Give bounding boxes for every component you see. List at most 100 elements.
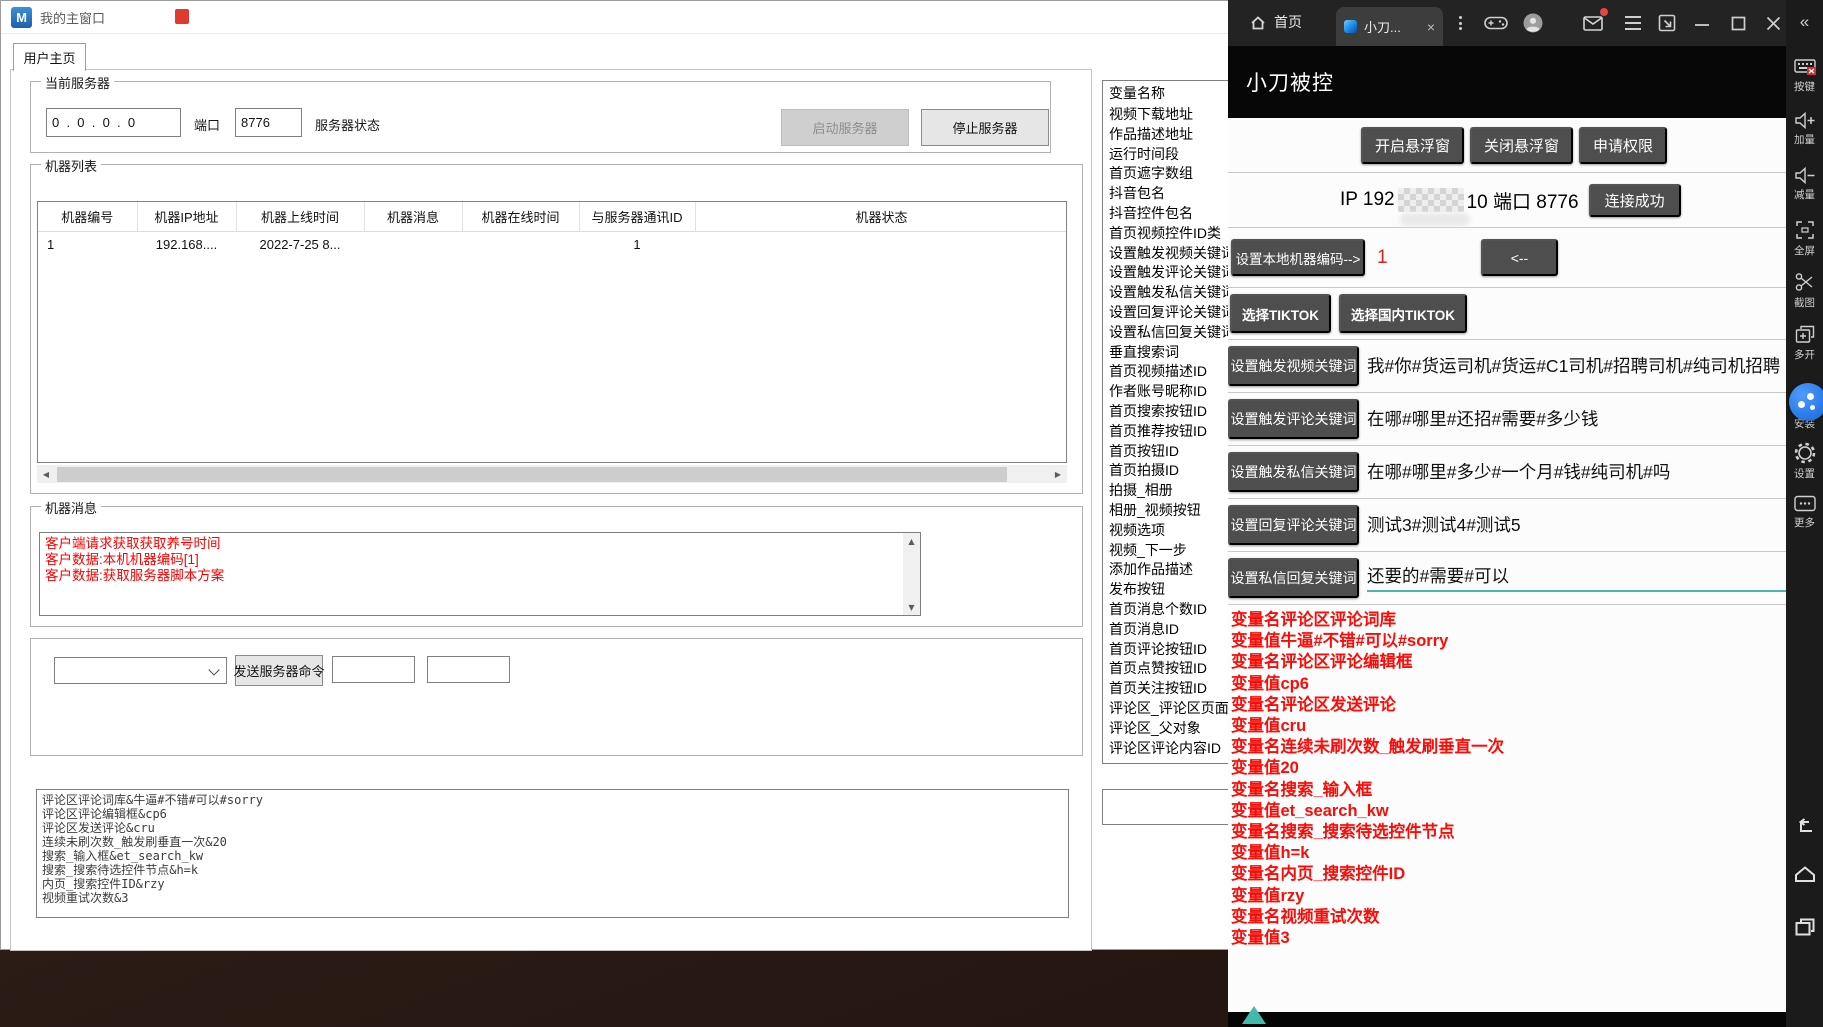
avatar[interactable]	[1520, 11, 1546, 35]
connect-status-button[interactable]: 连接成功	[1589, 184, 1681, 217]
tab-user-home[interactable]: 用户主页	[13, 43, 86, 71]
set-keyword-button[interactable]: 设置触发评论关键词	[1228, 399, 1359, 439]
column-header[interactable]: 机器消息	[364, 202, 462, 231]
list-item[interactable]: 设置触发私信关键词	[1109, 283, 1232, 303]
close-float-window-button[interactable]: 关闭悬浮窗	[1470, 127, 1573, 164]
gamepad-icon[interactable]	[1483, 11, 1509, 35]
keyword-value-input[interactable]: 还要的#需要#可以	[1367, 564, 1786, 592]
list-item[interactable]: 首页消息ID	[1109, 620, 1232, 640]
column-header[interactable]: 机器状态	[695, 202, 1067, 231]
command-select[interactable]	[54, 657, 227, 684]
list-item[interactable]: 作品描述地址	[1109, 125, 1232, 145]
list-item[interactable]: 首页视频控件ID类	[1109, 224, 1232, 244]
list-item[interactable]: 运行时间段	[1109, 145, 1232, 165]
tab-xiaodao[interactable]: 小刀... ×	[1336, 7, 1443, 46]
maximize-icon[interactable]	[1725, 11, 1751, 35]
list-item[interactable]: 视频下载地址	[1109, 105, 1232, 125]
list-item[interactable]: 设置回复评论关键词	[1109, 303, 1232, 323]
collapse-sidebar-icon[interactable]: «	[1786, 8, 1823, 36]
scrollbar-thumb[interactable]	[57, 467, 1007, 482]
horizontal-scrollbar[interactable]: ◀ ▶	[37, 465, 1067, 483]
list-item[interactable]: 设置触发视频关键词	[1109, 244, 1232, 264]
menu-icon[interactable]	[1620, 11, 1646, 35]
request-permission-button[interactable]: 申请权限	[1579, 127, 1667, 164]
scroll-down-arrow-icon[interactable]: ▼	[908, 599, 914, 615]
sidebar-item-settings[interactable]: 设置	[1786, 443, 1823, 481]
vertical-scrollbar[interactable]: ▲ ▼	[903, 533, 920, 615]
keyword-value-input[interactable]: 在哪#哪里#还招#需要#多少钱	[1367, 407, 1786, 431]
list-item[interactable]: 首页搜索按钮ID	[1109, 402, 1232, 422]
list-item[interactable]: 抖音包名	[1109, 184, 1232, 204]
minimize-icon[interactable]	[1689, 11, 1715, 35]
variable-value-input[interactable]	[1102, 789, 1229, 825]
close-tab-icon[interactable]: ×	[1427, 20, 1435, 34]
list-item[interactable]: 首页拍摄ID	[1109, 461, 1232, 481]
back-arrow-button[interactable]: <--	[1481, 239, 1558, 276]
start-server-button[interactable]: 启动服务器	[781, 109, 909, 146]
open-float-window-button[interactable]: 开启悬浮窗	[1361, 127, 1464, 164]
scroll-right-arrow-icon[interactable]: ▶	[1049, 465, 1067, 483]
list-item[interactable]: 发布按钮	[1109, 580, 1232, 600]
sidebar-item-volume-down[interactable]: 减量	[1786, 167, 1823, 202]
set-keyword-button[interactable]: 设置触发私信关键词	[1228, 452, 1359, 492]
android-back-icon[interactable]	[1786, 818, 1823, 833]
scroll-left-arrow-icon[interactable]: ◀	[37, 465, 55, 483]
machine-code-input[interactable]: 1	[1377, 247, 1429, 269]
list-item[interactable]: 首页消息个数ID	[1109, 600, 1232, 620]
list-item[interactable]: 首页遮字数组	[1109, 164, 1232, 184]
close-icon[interactable]	[1760, 11, 1786, 35]
tab-menu-icon[interactable]	[1453, 14, 1467, 32]
list-item[interactable]: 评论区_评论区页面	[1109, 699, 1232, 719]
tab-home[interactable]: 首页	[1250, 12, 1302, 32]
server-ip-input[interactable]: 0 . 0 . 0 . 0	[46, 108, 181, 137]
set-machine-code-button[interactable]: 设置本地机器编码-->	[1231, 239, 1365, 276]
list-item[interactable]: 评论区_父对象	[1109, 719, 1232, 739]
list-item[interactable]: 垂直搜索词	[1109, 343, 1232, 363]
list-item[interactable]: 视频选项	[1109, 521, 1232, 541]
sidebar-item-fullscreen[interactable]: 全屏	[1786, 220, 1823, 258]
command-param1-input[interactable]	[332, 656, 415, 683]
table-row[interactable]: 1192.168....2022-7-25 8... 1	[38, 231, 1067, 257]
popout-icon[interactable]	[1654, 11, 1680, 35]
command-param2-input[interactable]	[427, 656, 510, 683]
android-home-icon[interactable]	[1786, 866, 1823, 882]
send-command-button[interactable]: 发送服务器命令	[235, 655, 323, 686]
floating-logo-button[interactable]	[1789, 383, 1823, 421]
script-variables-textarea[interactable]: 评论区评论词库&牛逼#不错#可以#sorry评论区评论编辑框&cp6评论区发送评…	[36, 789, 1069, 918]
list-item[interactable]: 首页评论按钮ID	[1109, 640, 1232, 660]
set-keyword-button[interactable]: 设置触发视频关键词	[1228, 346, 1359, 386]
select-tiktok-button[interactable]: 选择TIKTOK	[1230, 294, 1331, 333]
stop-server-button[interactable]: 停止服务器	[921, 109, 1049, 146]
sidebar-item-volume-up[interactable]: 加量	[1786, 112, 1823, 147]
column-header[interactable]: 机器IP地址	[137, 202, 236, 231]
list-item[interactable]: 设置私信回复关键词	[1109, 323, 1232, 343]
sidebar-item-keymapping[interactable]: 按键	[1786, 58, 1823, 94]
scroll-up-arrow-icon[interactable]: ▲	[908, 533, 914, 549]
list-item[interactable]: 设置触发评论关键词	[1109, 263, 1232, 283]
list-item[interactable]: 首页关注按钮ID	[1109, 679, 1232, 699]
list-item[interactable]: 拍摄_相册	[1109, 481, 1232, 501]
list-item[interactable]: 抖音控件包名	[1109, 204, 1232, 224]
keyword-value-input[interactable]: 在哪#哪里#多少#一个月#钱#纯司机#吗	[1367, 460, 1786, 484]
keyword-value-input[interactable]: 测试3#测试4#测试5	[1367, 513, 1786, 537]
list-item[interactable]: 相册_视频按钮	[1109, 501, 1232, 521]
sidebar-item-more[interactable]: 更多	[1786, 495, 1823, 530]
android-recents-icon[interactable]	[1786, 918, 1823, 936]
list-item[interactable]: 作者账号昵称ID	[1109, 382, 1232, 402]
set-keyword-button[interactable]: 设置回复评论关键词	[1228, 505, 1359, 545]
list-item[interactable]: 首页按钮ID	[1109, 442, 1232, 462]
keyword-value-input[interactable]: 我#你#货运司机#货运#C1司机#招聘司机#纯司机招聘	[1367, 354, 1786, 378]
list-item[interactable]: 首页推荐按钮ID	[1109, 422, 1232, 442]
column-header[interactable]: 与服务器通讯ID	[579, 202, 695, 231]
port-input[interactable]: 8776	[235, 108, 302, 137]
list-item[interactable]: 视频_下一步	[1109, 541, 1232, 561]
list-item[interactable]: 评论区评论内容ID	[1109, 739, 1232, 759]
select-cn-tiktok-button[interactable]: 选择国内TIKTOK	[1339, 294, 1467, 333]
set-keyword-button[interactable]: 设置私信回复关键词	[1228, 558, 1359, 598]
sidebar-item-screenshot[interactable]: 截图	[1786, 272, 1823, 310]
column-header[interactable]: 机器上线时间	[236, 202, 364, 231]
sidebar-item-multi-instance[interactable]: 多开	[1786, 325, 1823, 362]
list-item[interactable]: 添加作品描述	[1109, 560, 1232, 580]
column-header[interactable]: 机器编号	[38, 202, 137, 231]
mail-icon[interactable]	[1580, 11, 1606, 35]
